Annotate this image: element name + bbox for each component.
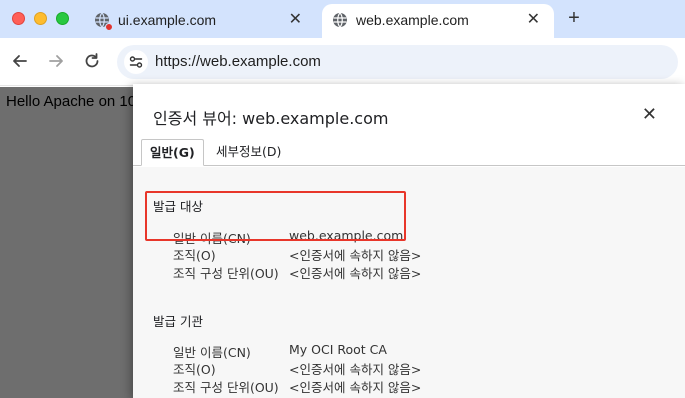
globe-icon	[333, 12, 347, 28]
tab-close-icon[interactable]: ✕	[289, 10, 302, 30]
close-icon[interactable]: ✕	[642, 105, 657, 123]
issued-to-ou-label: 조직 구성 단위(OU)	[173, 266, 279, 281]
issued-to-o-value: <인증서에 속하지 않음>	[289, 248, 422, 263]
tab-ui-example[interactable]: ui.example.com ✕	[84, 4, 316, 38]
new-tab-button[interactable]: +	[563, 6, 585, 30]
issued-by-heading: 발급 기관	[153, 314, 203, 329]
url-text[interactable]: https://web.example.com	[155, 53, 321, 70]
notification-dot	[105, 23, 113, 31]
certificate-viewer-dialog: 인증서 뷰어: web.example.com ✕ 일반(G) 세부정보(D) …	[133, 84, 685, 398]
issued-by-o-label: 조직(O)	[173, 362, 216, 377]
window-minimize-button[interactable]	[34, 12, 47, 25]
issued-by-ou-value: <인증서에 속하지 않음>	[289, 380, 422, 395]
dialog-title: 인증서 뷰어: web.example.com	[153, 109, 389, 128]
reload-icon[interactable]	[81, 50, 103, 72]
tab-title: web.example.com	[356, 12, 469, 28]
arrow-right-icon[interactable]	[45, 50, 67, 72]
issued-by-o-value: <인증서에 속하지 않음>	[289, 362, 422, 377]
tab-general[interactable]: 일반(G)	[141, 139, 204, 166]
tab-close-icon[interactable]: ✕	[527, 10, 540, 30]
tab-web-example[interactable]: web.example.com ✕	[322, 4, 554, 38]
issued-by-ou-label: 조직 구성 단위(OU)	[173, 380, 279, 395]
tune-icon	[129, 56, 143, 68]
issued-to-ou-value: <인증서에 속하지 않음>	[289, 266, 422, 281]
highlight-box	[145, 191, 406, 241]
issued-to-o-label: 조직(O)	[173, 248, 216, 263]
address-bar[interactable]: https://web.example.com	[117, 45, 678, 79]
arrow-left-icon[interactable]	[9, 50, 31, 72]
window-close-button[interactable]	[12, 12, 25, 25]
tab-title: ui.example.com	[118, 12, 217, 28]
toolbar: https://web.example.com	[0, 38, 685, 86]
tab-strip: ui.example.com ✕ web.example.com ✕ +	[0, 0, 685, 38]
page-text: Hello Apache on 10	[6, 93, 137, 110]
dialog-tabs: 일반(G) 세부정보(D)	[133, 139, 685, 166]
site-info-button[interactable]	[124, 50, 148, 74]
tab-details[interactable]: 세부정보(D)	[208, 139, 289, 166]
window-maximize-button[interactable]	[56, 12, 69, 25]
issued-by-cn-value: My OCI Root CA	[289, 342, 387, 357]
dialog-header: 인증서 뷰어: web.example.com ✕	[133, 84, 685, 128]
